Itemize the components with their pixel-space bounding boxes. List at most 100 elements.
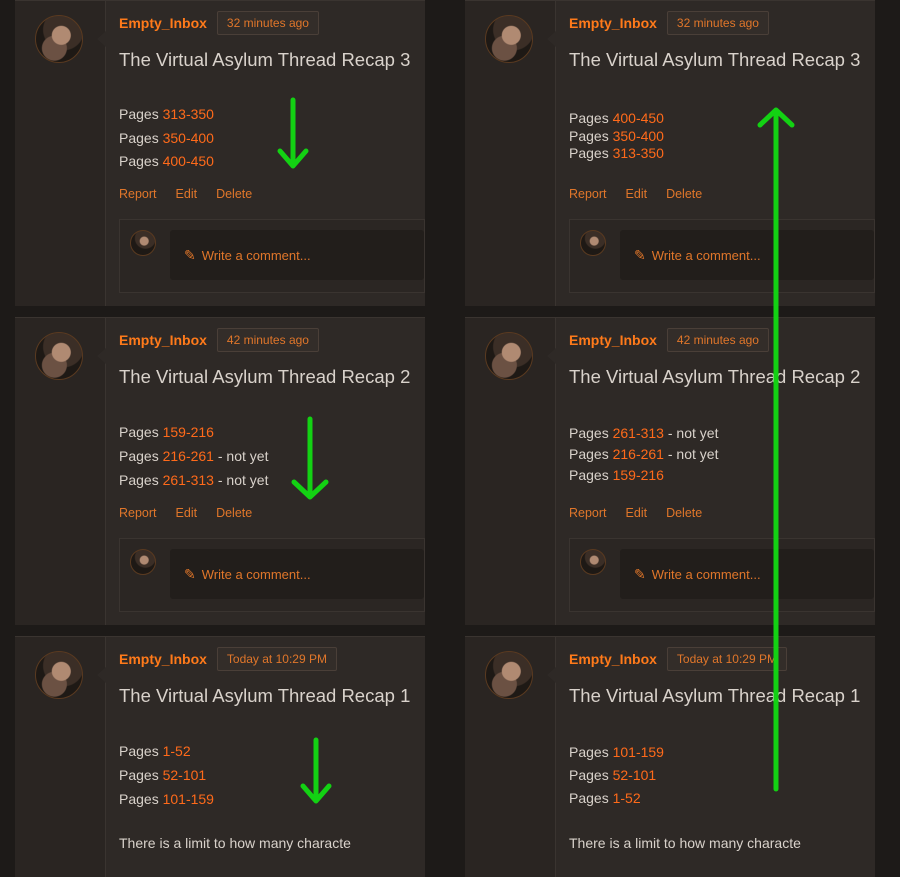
pages-range-link[interactable]: 350-400: [613, 128, 664, 144]
pages-line: Pages 400-450: [119, 150, 214, 174]
pages-range-link[interactable]: 313-350: [613, 145, 664, 161]
report-link[interactable]: Report: [119, 187, 157, 201]
edit-link[interactable]: Edit: [626, 506, 648, 520]
username-link[interactable]: Empty_Inbox: [569, 15, 657, 31]
post-pointer: [97, 31, 106, 47]
pages-prefix: Pages: [119, 743, 163, 759]
comment-input[interactable]: ✎ Write a comment...: [170, 549, 424, 599]
pages-range-link[interactable]: 101-159: [163, 791, 214, 807]
username-link[interactable]: Empty_Inbox: [119, 651, 207, 667]
post-card: Empty_Inbox Today at 10:29 PM The Virtua…: [465, 636, 875, 877]
post-meta: Empty_Inbox 42 minutes ago: [569, 328, 769, 352]
post-title: The Virtual Asylum Thread Recap 2: [119, 366, 411, 387]
pages-suffix: - not yet: [213, 472, 269, 488]
username-link[interactable]: Empty_Inbox: [119, 332, 207, 348]
pages-range-link[interactable]: 52-101: [613, 767, 657, 783]
pages-range-link[interactable]: 261-313: [163, 472, 214, 488]
user-avatar[interactable]: [485, 332, 533, 380]
post-meta: Empty_Inbox Today at 10:29 PM: [569, 647, 787, 671]
pages-line: Pages 101-159: [119, 787, 214, 811]
pages-range-link[interactable]: 216-261: [613, 446, 664, 462]
delete-link[interactable]: Delete: [216, 187, 252, 201]
report-link[interactable]: Report: [119, 506, 157, 520]
comment-input[interactable]: ✎ Write a comment...: [620, 230, 874, 280]
edit-link[interactable]: Edit: [176, 506, 198, 520]
pages-line: Pages 1-52: [569, 787, 664, 810]
post-time[interactable]: 42 minutes ago: [666, 328, 769, 352]
comment-placeholder: Write a comment...: [201, 566, 311, 582]
post-truncated-text: There is a limit to how many characte: [569, 835, 801, 851]
delete-link[interactable]: Delete: [666, 506, 702, 520]
pages-range-link[interactable]: 52-101: [163, 767, 207, 783]
pencil-icon: ✎: [184, 246, 196, 263]
pages-range-link[interactable]: 1-52: [163, 743, 191, 759]
delete-link[interactable]: Delete: [216, 506, 252, 520]
user-avatar[interactable]: [485, 651, 533, 699]
post-meta: Empty_Inbox 32 minutes ago: [569, 11, 769, 35]
post-pointer: [97, 667, 106, 683]
user-avatar[interactable]: [485, 15, 533, 63]
pencil-icon: ✎: [634, 246, 646, 263]
username-link[interactable]: Empty_Inbox: [569, 332, 657, 348]
username-link[interactable]: Empty_Inbox: [569, 651, 657, 667]
post-card: Empty_Inbox Today at 10:29 PM The Virtua…: [15, 636, 425, 877]
pages-suffix: - not yet: [663, 425, 719, 441]
post-meta: Empty_Inbox 32 minutes ago: [119, 11, 319, 35]
comment-avatar: [580, 230, 606, 256]
comment-input[interactable]: ✎ Write a comment...: [620, 549, 874, 599]
delete-link[interactable]: Delete: [666, 187, 702, 201]
post-card: Empty_Inbox 32 minutes ago The Virtual A…: [15, 0, 425, 306]
comment-avatar: [580, 549, 606, 575]
report-link[interactable]: Report: [569, 506, 607, 520]
pages-prefix: Pages: [569, 145, 613, 161]
post-actions: Report Edit Delete: [119, 187, 271, 201]
pages-prefix: Pages: [119, 106, 163, 122]
edit-link[interactable]: Edit: [176, 187, 198, 201]
post-time[interactable]: 42 minutes ago: [216, 328, 319, 352]
comment-input[interactable]: ✎ Write a comment...: [170, 230, 424, 280]
post-time[interactable]: 32 minutes ago: [666, 11, 769, 35]
pages-line: Pages 313-350: [569, 145, 664, 163]
post-body: Pages 261-313 - not yet Pages 216-261 - …: [569, 423, 718, 486]
pages-range-link[interactable]: 313-350: [163, 106, 214, 122]
user-avatar[interactable]: [35, 332, 83, 380]
username-link[interactable]: Empty_Inbox: [119, 15, 207, 31]
pages-range-link[interactable]: 400-450: [163, 153, 214, 169]
pages-range-link[interactable]: 216-261: [163, 448, 214, 464]
avatar-gutter: [465, 637, 556, 877]
post-time[interactable]: 32 minutes ago: [216, 11, 319, 35]
post-body: Pages 1-52 Pages 52-101 Pages 101-159: [119, 739, 214, 811]
pages-range-link[interactable]: 350-400: [163, 130, 214, 146]
post-body: Pages 313-350 Pages 350-400 Pages 400-45…: [119, 103, 214, 174]
pages-prefix: Pages: [119, 767, 163, 783]
avatar-gutter: [465, 318, 556, 625]
pages-range-link[interactable]: 101-159: [613, 744, 664, 760]
post-time[interactable]: Today at 10:29 PM: [666, 647, 787, 671]
comment-placeholder: Write a comment...: [651, 566, 761, 582]
post-title: The Virtual Asylum Thread Recap 3: [569, 49, 861, 70]
pages-line: Pages 350-400: [119, 127, 214, 151]
post-card: Empty_Inbox 32 minutes ago The Virtual A…: [465, 0, 875, 306]
pages-range-link[interactable]: 1-52: [613, 790, 641, 806]
post-time[interactable]: Today at 10:29 PM: [216, 647, 337, 671]
pages-prefix: Pages: [569, 790, 613, 806]
post-title: The Virtual Asylum Thread Recap 1: [569, 685, 861, 706]
pages-line: Pages 101-159: [569, 741, 664, 764]
pages-line: Pages 261-313 - not yet: [119, 468, 268, 492]
edit-link[interactable]: Edit: [626, 187, 648, 201]
post-body: Pages 101-159 Pages 52-101 Pages 1-52: [569, 741, 664, 810]
user-avatar[interactable]: [35, 15, 83, 63]
pages-line: Pages 52-101: [119, 763, 214, 787]
pages-range-link[interactable]: 159-216: [613, 467, 664, 483]
pages-range-link[interactable]: 159-216: [163, 424, 214, 440]
pages-line: Pages 159-216: [569, 465, 718, 486]
pages-range-link[interactable]: 261-313: [613, 425, 664, 441]
report-link[interactable]: Report: [569, 187, 607, 201]
pages-prefix: Pages: [569, 467, 613, 483]
pages-line: Pages 1-52: [119, 739, 214, 763]
pages-range-link[interactable]: 400-450: [613, 110, 664, 126]
post-pointer: [97, 348, 106, 364]
post-card: Empty_Inbox 42 minutes ago The Virtual A…: [465, 317, 875, 625]
pages-suffix: - not yet: [213, 448, 269, 464]
user-avatar[interactable]: [35, 651, 83, 699]
